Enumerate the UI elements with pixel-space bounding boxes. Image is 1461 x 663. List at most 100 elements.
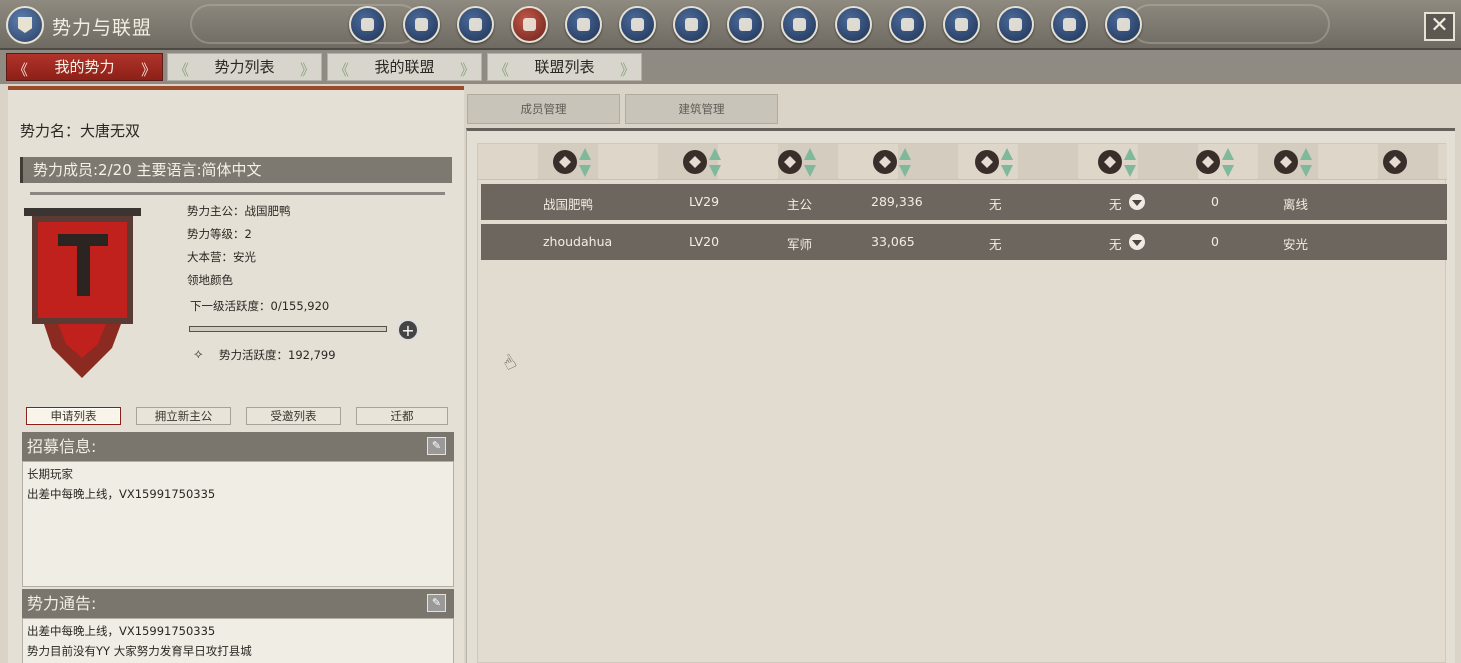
member-table: 战国肥鸭 LV29 主公 289,336 无无 0 离线 zhoudahua LV20 军师 33,… (477, 143, 1447, 663)
chevron-left-icon: 《 (334, 61, 350, 79)
member-status: 离线 (1283, 197, 1309, 212)
tab-member-management[interactable]: 成员管理 (467, 94, 620, 124)
member-power: 289,336 (871, 194, 923, 209)
faction-banner (24, 208, 141, 378)
role-col-icon (778, 150, 802, 174)
divider (30, 192, 445, 195)
general-icon[interactable] (349, 6, 386, 43)
notice-line: 势力目前没有YY 大家努力发育早日攻打县城 (27, 644, 252, 658)
faction-activity: 势力活跃度：192,799 (219, 348, 336, 362)
network-icon[interactable] (403, 6, 440, 43)
window-title: 势力与联盟 (52, 17, 153, 39)
location-col-icon (1274, 150, 1298, 174)
column-header[interactable] (975, 148, 1013, 177)
chevron-right-icon: 》 (619, 61, 635, 79)
sort-arrows-icon[interactable] (899, 148, 911, 180)
member-role: 主公 (787, 197, 813, 212)
invited-list-button[interactable]: 受邀列表 (246, 407, 341, 425)
add-activity-button[interactable]: + (397, 319, 419, 341)
tab-my-alliance[interactable]: 《 我的联盟 》 (327, 53, 482, 81)
recruit-line: 出差中每晚上线，VX15991750335 (27, 487, 216, 501)
sort-arrows-icon[interactable] (579, 148, 591, 180)
recruit-text: 长期玩家 出差中每晚上线，VX15991750335 (22, 461, 454, 587)
recruit-heading-label: 招募信息: (27, 437, 97, 456)
power-col-icon (873, 150, 897, 174)
sort-arrows-icon[interactable] (1124, 148, 1136, 180)
column-header[interactable] (683, 148, 721, 177)
status-col-icon (1383, 150, 1407, 174)
city-icon[interactable] (1105, 6, 1142, 43)
sort-arrows-icon[interactable] (1001, 148, 1013, 180)
member-office: 无 (989, 197, 1002, 212)
recruit-line: 长期玩家 (27, 467, 73, 481)
warrior-icon[interactable] (619, 6, 656, 43)
chevron-right-icon: 》 (299, 61, 315, 79)
column-header[interactable] (1274, 148, 1312, 177)
relocate-capital-button[interactable]: 迁都 (356, 407, 448, 425)
tab-faction-list[interactable]: 《 势力列表 》 (167, 53, 322, 81)
letter-icon[interactable] (997, 6, 1034, 43)
edit-notice-icon[interactable]: ✎ (427, 594, 446, 612)
dragon-icon[interactable] (727, 6, 764, 43)
member-name: zhoudahua (543, 234, 613, 249)
column-header[interactable] (778, 148, 816, 177)
member-row[interactable]: 战国肥鸭 LV29 主公 289,336 无 无 0 离线 (481, 184, 1447, 220)
member-role: 军师 (787, 237, 813, 252)
sort-arrows-icon[interactable] (709, 148, 721, 180)
column-header[interactable] (553, 148, 591, 177)
scroll-icon[interactable] (835, 6, 872, 43)
new-leader-button[interactable]: 拥立新主公 (136, 407, 231, 425)
notice-heading-label: 势力通告: (27, 594, 97, 613)
column-header[interactable] (1196, 148, 1234, 177)
title-dropdown-icon[interactable] (1129, 194, 1145, 210)
map-icon[interactable] (889, 6, 926, 43)
column-headers (478, 144, 1447, 180)
decorative-swirl (1130, 4, 1330, 44)
member-name: 战国肥鸭 (543, 197, 594, 212)
book-icon[interactable] (943, 6, 980, 43)
base-info: 大本营：安光 (187, 250, 256, 264)
tab-my-faction[interactable]: 《 我的势力 》 (6, 53, 163, 81)
application-list-button[interactable]: 申请列表 (26, 407, 121, 425)
sort-arrows-icon[interactable] (804, 148, 816, 180)
faction-info-panel: 势力名：大唐无双 势力成员:2/20 主要语言:简体中文 势力主公：战国肥鸭 势… (8, 86, 464, 663)
notice-line: 出差中每晚上线，VX15991750335 (27, 624, 216, 638)
member-contrib: 0 (1211, 194, 1219, 209)
notice-heading: 势力通告: ✎ (22, 589, 454, 618)
column-header[interactable] (873, 148, 911, 177)
activity-progress-bar (189, 326, 387, 332)
title-bar: 势力与联盟 ✕ (0, 0, 1461, 50)
tablet-icon[interactable] (1051, 6, 1088, 43)
sort-arrows-icon[interactable] (1222, 148, 1234, 180)
main-tabs: 《 我的势力 》 《 势力列表 》 《 我的联盟 》 《 联盟列表 》 (0, 50, 1461, 84)
close-button[interactable]: ✕ (1424, 12, 1455, 41)
member-level: LV20 (689, 234, 720, 249)
chevron-right-icon: 》 (140, 61, 156, 79)
banner-icon[interactable] (511, 6, 548, 43)
target-icon[interactable] (673, 6, 710, 43)
chevron-left-icon: 《 (494, 61, 510, 79)
leader-info: 势力主公：战国肥鸭 (187, 204, 291, 218)
tab-building-management[interactable]: 建筑管理 (625, 94, 778, 124)
member-title: 无 (1109, 237, 1122, 252)
chevron-left-icon: 《 (13, 61, 29, 79)
column-header[interactable] (1098, 148, 1136, 177)
notice-text: 出差中每晚上线，VX15991750335 势力目前没有YY 大家努力发育早日攻… (22, 618, 454, 663)
face-icon[interactable] (781, 6, 818, 43)
member-title: 无 (1109, 197, 1122, 212)
tab-label: 我的联盟 (374, 58, 435, 76)
helmet-icon[interactable] (457, 6, 494, 43)
tab-alliance-list[interactable]: 《 联盟列表 》 (487, 53, 642, 81)
member-list-panel: 战国肥鸭 LV29 主公 289,336 无无 0 离线 zhoudahua LV20 军师 33,… (466, 128, 1455, 663)
level-info: 势力等级：2 (187, 227, 252, 241)
member-row[interactable]: zhoudahua LV20 军师 33,065 无 无 0 安光 (481, 224, 1447, 260)
next-level-activity: 下一级活跃度：0/155,920 (190, 299, 330, 313)
faction-app-icon (6, 6, 44, 44)
member-office: 无 (989, 237, 1002, 252)
column-header[interactable] (1383, 148, 1411, 176)
contribution-col-icon (1196, 150, 1220, 174)
edit-recruit-icon[interactable]: ✎ (427, 437, 446, 455)
sort-arrows-icon[interactable] (1300, 148, 1312, 180)
hand-icon[interactable] (565, 6, 602, 43)
title-dropdown-icon[interactable] (1129, 234, 1145, 250)
